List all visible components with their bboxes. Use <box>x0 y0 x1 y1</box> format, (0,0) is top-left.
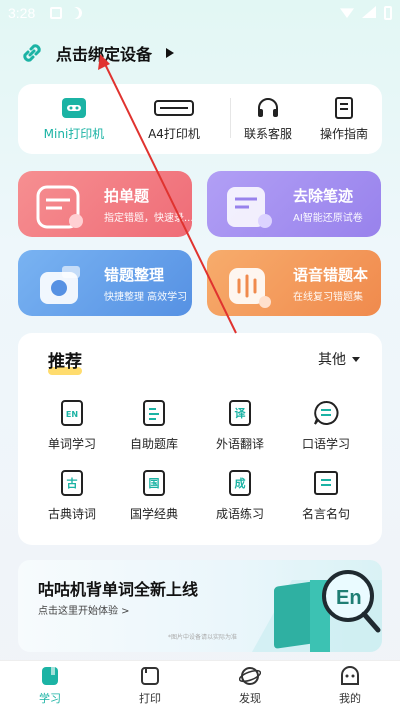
tab-mine[interactable]: 我的 <box>300 665 400 706</box>
recommend-item-label: 古典诗词 <box>47 507 96 521</box>
mini-printer-icon <box>62 97 86 118</box>
classics-icon: 国 <box>143 470 165 496</box>
recommend-item-label: 单词学习 <box>47 437 96 451</box>
translate-icon: 译 <box>229 400 251 426</box>
tab-study[interactable]: 学习 <box>0 665 100 706</box>
tab-label: 打印 <box>139 692 161 705</box>
vocabulary-banner[interactable]: 咕咕机背单词全新上线 点击这里开始体验 > *图片中设备请以实际为准 En <box>18 560 382 652</box>
banner-art-text: En <box>336 587 362 609</box>
more-label: 其他 <box>318 352 346 368</box>
customer-service-button[interactable]: 联系客服 <box>230 84 306 154</box>
recommend-item-label: 自助题库 <box>129 437 178 451</box>
more-dropdown[interactable]: 其他 <box>318 349 360 369</box>
battery-icon <box>384 6 392 20</box>
banner-subtitle: 点击这里开始体验 > <box>38 606 130 617</box>
banner-disclaimer: *图片中设备请以实际为准 <box>168 634 238 641</box>
svg-text:国: 国 <box>149 477 160 490</box>
tab-label: 我的 <box>339 692 361 705</box>
tile-title: 错题整理 <box>104 266 165 284</box>
tab-label: 学习 <box>39 692 61 705</box>
recommend-item[interactable]: 成成语练习 <box>200 469 280 522</box>
quote-icon <box>314 471 338 495</box>
book-icon <box>42 667 58 685</box>
bottom-tab-bar: 学习 打印 发现 我的 <box>0 660 400 711</box>
svg-text:成: 成 <box>235 476 246 490</box>
recommend-item[interactable]: 口语学习 <box>286 399 366 452</box>
customer-service-label: 联系客服 <box>243 126 292 141</box>
user-guide-button[interactable]: 操作指南 <box>306 84 382 154</box>
recommend-item[interactable]: 名言名句 <box>286 469 366 522</box>
remove-handwriting-tile[interactable]: 去除笔迹 AI智能还原试卷 <box>207 171 381 237</box>
speech-bubble-icon <box>314 400 339 425</box>
tile-subtitle: 在线复习错题集 <box>293 292 363 303</box>
tile-title: 拍单题 <box>104 187 150 205</box>
recommend-item-label: 口语学习 <box>301 437 350 451</box>
recommend-item[interactable]: 自助题库 <box>114 399 194 452</box>
camera-icon <box>40 266 80 304</box>
headset-icon <box>258 97 278 117</box>
recommend-item[interactable]: EN 单词学习 <box>32 399 112 452</box>
guide-book-icon <box>335 96 353 119</box>
tab-discover[interactable]: 发现 <box>200 665 300 706</box>
mascot-profile-icon <box>341 666 359 685</box>
recommend-title: 推荐 <box>48 352 82 372</box>
banner-title: 咕咕机背单词全新上线 <box>38 580 199 599</box>
mini-printer-tab[interactable]: Mini打印机 <box>24 84 124 154</box>
recommend-item[interactable]: 古古典诗词 <box>32 469 112 522</box>
book-magnifier-illustration: En <box>252 570 382 652</box>
clock: 3:28 <box>8 5 36 21</box>
tab-label: 发现 <box>239 692 261 705</box>
bind-device-label: 点击绑定设备 <box>56 45 153 64</box>
recommend-card: 推荐 其他 EN 单词学习 自助题库译外语翻译 口语学习古古典诗词国国学经典成成语练习… <box>18 333 382 545</box>
scan-question-tile[interactable]: 拍单题 指定错题，快速录... <box>18 171 192 237</box>
printer-selector-card: Mini打印机 A4打印机 联系客服 操作指南 <box>18 84 382 154</box>
tile-title: 语音错题本 <box>293 266 369 284</box>
bind-device-button[interactable]: 点击绑定设备 <box>18 38 175 68</box>
voice-wave-icon <box>229 268 271 308</box>
word-icon: EN <box>61 400 83 426</box>
link-icon <box>23 44 41 62</box>
system-icons <box>340 6 392 20</box>
recommend-item-label: 国学经典 <box>129 507 178 521</box>
caret-down-icon <box>352 356 360 362</box>
recommend-item-label: 外语翻译 <box>215 437 264 451</box>
eraser-document-icon <box>227 187 272 228</box>
svg-text:译: 译 <box>235 407 247 420</box>
a4-printer-tab[interactable]: A4打印机 <box>124 84 224 154</box>
a4-printer-label: A4打印机 <box>148 126 200 141</box>
tile-subtitle: 快捷整理 高效学习 <box>104 292 188 303</box>
notification-icons <box>50 7 82 19</box>
idiom-icon: 成 <box>229 470 251 496</box>
status-bar: 3:28 <box>0 0 400 28</box>
recommend-item-label: 成语练习 <box>215 507 264 521</box>
recommend-item-label: 名言名句 <box>301 507 350 521</box>
printer-icon <box>141 667 159 685</box>
do-not-disturb-icon <box>70 7 82 19</box>
poetry-icon: 古 <box>61 470 83 496</box>
mistake-organize-tile[interactable]: 错题整理 快捷整理 高效学习 <box>18 250 192 316</box>
tile-subtitle: 指定错题，快速录... <box>104 213 192 224</box>
a4-printer-icon <box>154 99 194 116</box>
svg-text:古: 古 <box>67 476 78 490</box>
tab-print[interactable]: 打印 <box>100 665 200 706</box>
recommend-item[interactable]: 国国学经典 <box>114 469 194 522</box>
wifi-icon <box>340 8 354 18</box>
question-bank-icon <box>143 400 165 426</box>
play-arrow-icon <box>166 48 175 58</box>
scan-icon <box>36 185 83 229</box>
svg-text:EN: EN <box>66 410 78 419</box>
mini-printer-label: Mini打印机 <box>43 126 105 141</box>
signal-icon <box>362 6 376 18</box>
planet-icon <box>239 667 261 685</box>
tile-subtitle: AI智能还原试卷 <box>293 213 363 224</box>
gallery-notification-icon <box>50 7 62 19</box>
recommend-item[interactable]: 译外语翻译 <box>200 399 280 452</box>
voice-mistake-book-tile[interactable]: 语音错题本 在线复习错题集 <box>207 250 381 316</box>
tile-title: 去除笔迹 <box>293 187 354 205</box>
user-guide-label: 操作指南 <box>319 126 368 141</box>
